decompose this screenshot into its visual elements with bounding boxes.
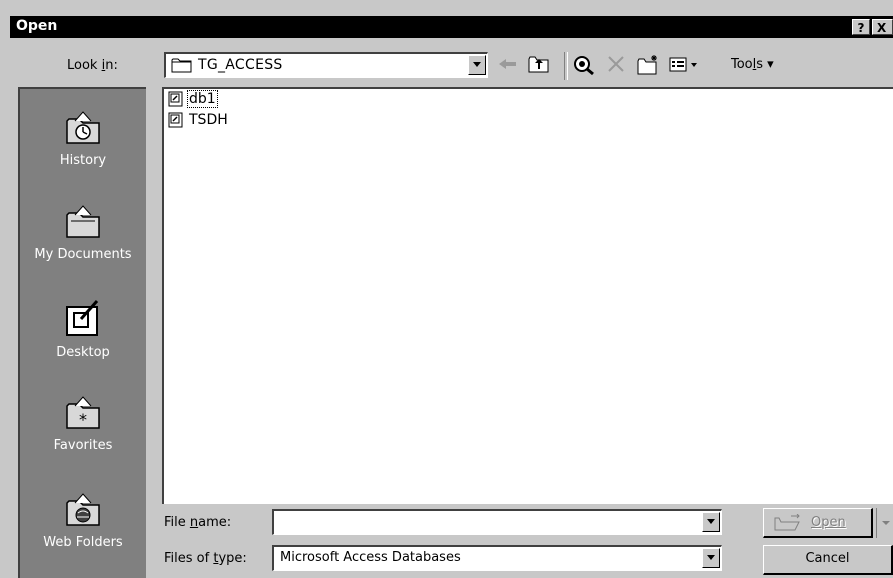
look-in-label: Look in: [67, 58, 118, 73]
tools-menu[interactable]: Tools ▾ [731, 57, 774, 72]
access-db-icon [168, 91, 183, 107]
history-icon [66, 111, 100, 144]
place-label: Web Folders [43, 535, 123, 550]
file-type-value: Microsoft Access Databases [280, 550, 461, 565]
back-icon[interactable] [497, 54, 519, 78]
file-type-dropdown-button[interactable] [702, 548, 720, 568]
file-type-select[interactable]: Microsoft Access Databases [272, 545, 722, 571]
file-name-input[interactable] [272, 509, 722, 535]
open-button[interactable]: Open [763, 508, 873, 538]
search-web-icon[interactable] [572, 54, 596, 80]
access-db-icon [168, 112, 183, 128]
place-label: My Documents [34, 247, 132, 262]
place-my-documents[interactable]: My Documents [20, 203, 146, 262]
new-folder-icon[interactable] [636, 54, 660, 80]
file-type-label: Files of type: [164, 551, 247, 566]
web-folders-icon [66, 493, 100, 526]
views-icon[interactable] [668, 54, 702, 78]
place-favorites[interactable]: * Favorites [20, 394, 146, 453]
place-history[interactable]: History [20, 109, 146, 168]
favorites-icon: * [66, 396, 100, 429]
toolbar-separator [564, 52, 568, 80]
up-one-level-icon[interactable] [527, 54, 551, 78]
places-bar: History My Documents Desktop * Favorites… [18, 87, 146, 578]
place-desktop[interactable]: Desktop [20, 297, 146, 360]
desktop-icon [66, 300, 99, 336]
place-web-folders[interactable]: Web Folders [20, 491, 146, 550]
svg-text:*: * [79, 410, 87, 429]
look-in-value: TG_ACCESS [198, 57, 283, 73]
my-documents-icon [66, 205, 100, 238]
file-name: TSDH [189, 112, 228, 128]
file-name-dropdown-button[interactable] [702, 512, 720, 532]
dialog-title: Open [16, 18, 58, 34]
look-in-combo[interactable]: TG_ACCESS [164, 52, 488, 78]
place-label: Favorites [53, 438, 113, 453]
folder-icon [171, 57, 193, 77]
open-folder-icon [774, 514, 800, 531]
close-button[interactable]: X [872, 19, 893, 35]
place-label: History [59, 153, 107, 168]
help-button[interactable]: ? [852, 19, 870, 35]
cancel-button[interactable]: Cancel [763, 545, 893, 575]
title-bar: Open ? X [10, 16, 893, 38]
place-label: Desktop [56, 345, 110, 360]
file-name-label: File name: [164, 515, 232, 530]
file-name: db1 [187, 90, 218, 108]
delete-icon[interactable] [606, 54, 626, 78]
open-button-label: Open [811, 515, 846, 530]
file-list[interactable]: db1 TSDH [162, 87, 893, 504]
look-in-dropdown-button[interactable] [468, 55, 486, 75]
open-options-dropdown[interactable] [876, 508, 893, 538]
